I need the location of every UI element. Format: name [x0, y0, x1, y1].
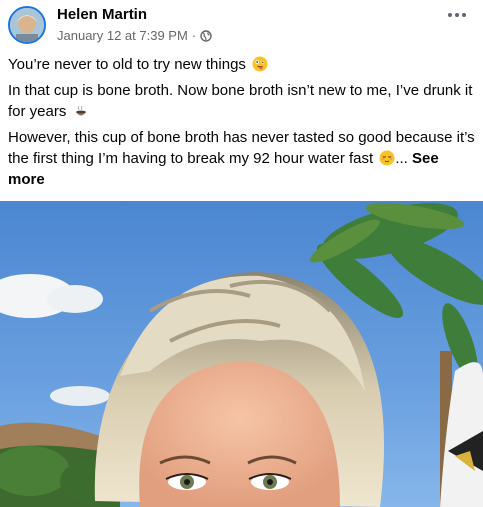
timestamp[interactable]: January 12 at 7:39 PM: [57, 28, 188, 43]
meta-separator: ·: [191, 28, 197, 43]
globe-icon: [200, 29, 212, 42]
more-options-icon[interactable]: [447, 10, 467, 20]
paragraph-1: You’re never to old to try new things: [8, 54, 478, 75]
paragraph-2: In that cup is bone broth. Now bone brot…: [8, 80, 478, 122]
paragraph-1-text: You’re never to old to try new things: [8, 56, 246, 73]
relieved-face-emoji: [379, 150, 395, 166]
ellipsis: ...: [395, 150, 408, 167]
post-header: Helen Martin January 12 at 7:39 PM ·: [0, 0, 483, 50]
post-meta: January 12 at 7:39 PM ·: [57, 28, 212, 43]
paragraph-3: However, this cup of bone broth has neve…: [8, 127, 478, 190]
post-text: You’re never to old to try new things In…: [8, 54, 478, 195]
silly-face-emoji: [252, 56, 268, 72]
post-photo[interactable]: [0, 201, 483, 507]
author-name[interactable]: Helen Martin: [57, 6, 147, 23]
hot-beverage-emoji: [75, 105, 86, 116]
avatar[interactable]: [8, 6, 46, 44]
